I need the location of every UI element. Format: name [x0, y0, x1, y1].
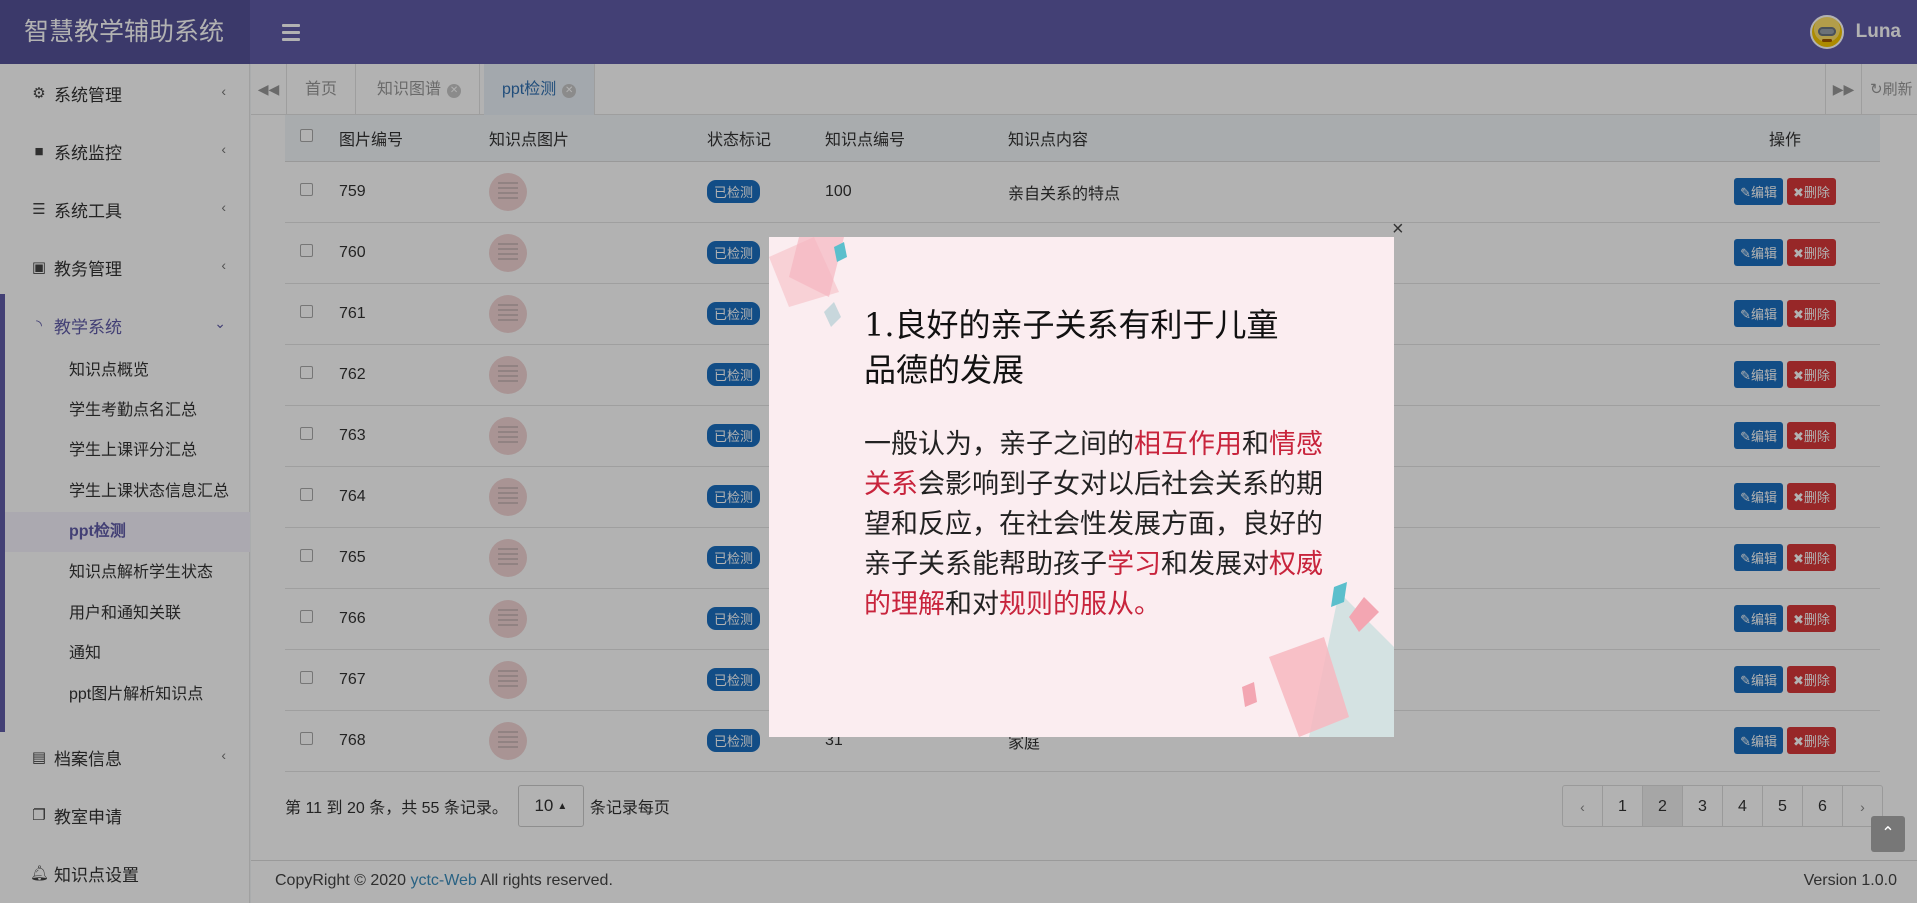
slide-text: 一般认为，亲子之间的 [864, 429, 1134, 460]
slide-highlight-text: 学习 [1107, 549, 1161, 580]
modal-close-button[interactable]: × [1392, 219, 1408, 239]
slide-body: 一般认为，亲子之间的相互作用和情感关系会影响到子女对以后社会关系的期望和反应，在… [864, 425, 1334, 625]
back-to-top-button[interactable]: ⌃ [1871, 816, 1905, 852]
slide-text: 和发展对 [1161, 549, 1269, 580]
slide-highlight-text: 相互作用 [1134, 429, 1242, 460]
slide-text: 和 [1242, 429, 1269, 460]
slide-highlight-text: 规则的服从。 [999, 589, 1161, 620]
slide-title: 1.良好的亲子关系有利于儿童品德的发展 [864, 306, 1279, 389]
image-preview-modal: 1.良好的亲子关系有利于儿童品德的发展 一般认为，亲子之间的相互作用和情感关系会… [769, 237, 1394, 737]
slide-text: 和对 [945, 589, 999, 620]
